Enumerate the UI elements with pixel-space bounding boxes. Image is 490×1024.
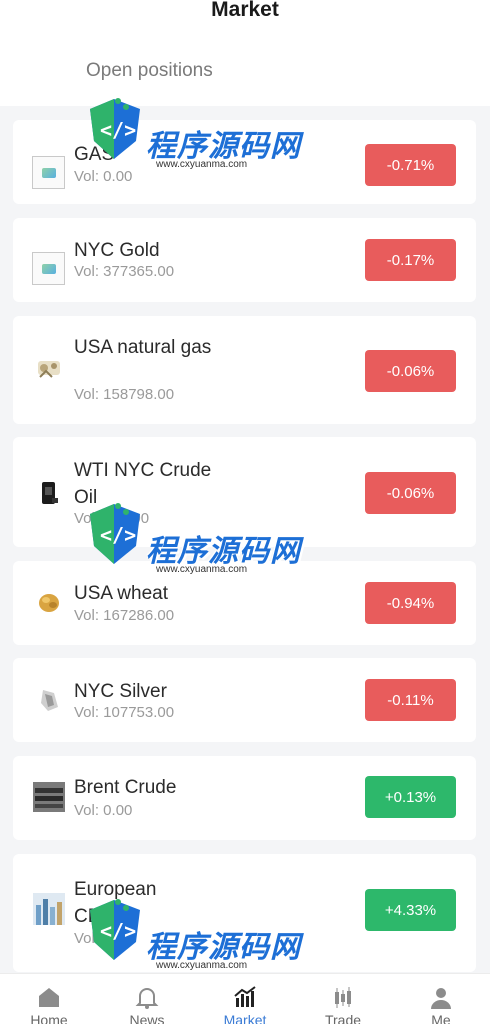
broken-image-icon <box>32 252 65 285</box>
market-row-usa-wheat[interactable]: USA wheat Vol: 167286.00 -0.94% <box>13 561 476 645</box>
change-badge[interactable]: +0.13% <box>365 776 456 818</box>
nav-label: Me <box>431 1012 451 1024</box>
nav-home[interactable]: Home <box>0 974 98 1024</box>
change-badge[interactable]: -0.11% <box>365 679 456 721</box>
broken-image-icon <box>32 156 65 189</box>
market-row-nyc-gold[interactable]: NYC Gold Vol: 377365.00 -0.17% <box>13 218 476 302</box>
silver-icon <box>32 683 65 716</box>
nav-market[interactable]: Market <box>196 974 294 1024</box>
page-title: Market <box>211 0 279 21</box>
instrument-volume: Vol: 167286.00 <box>74 607 175 624</box>
nav-label: Market <box>223 1012 267 1024</box>
nav-me[interactable]: Me <box>392 974 490 1024</box>
gas-icon <box>32 351 65 384</box>
oil-icon <box>32 476 65 509</box>
nav-label: Trade <box>324 1012 362 1024</box>
pipe-icon <box>32 780 65 813</box>
instrument-name: European CE <box>74 879 157 927</box>
app: Market Open positions GAS Vol: 0.00 -0.7… <box>0 0 490 1024</box>
instrument-volume: Vol: 246.00 <box>74 510 150 527</box>
wheat-icon <box>32 585 65 618</box>
nav-label: News <box>129 1012 165 1024</box>
instrument-volume: Vol: 158798.00 <box>74 386 175 403</box>
instrument-name: Brent Crude <box>74 777 177 798</box>
bell-icon <box>135 988 159 1009</box>
market-row-brent-crude[interactable]: Brent Crude Vol: 0.00 +0.13% <box>13 756 476 840</box>
market-row-wti-crude-oil[interactable]: WTI NYC Crude Oil Vol: 246.00 -0.06% <box>13 437 476 547</box>
candlestick-icon <box>335 987 351 1008</box>
instrument-volume: Vol <box>74 930 95 947</box>
bottom-nav: Home News Market Trade Me <box>0 973 490 1024</box>
instrument-volume: Vol: 0.00 <box>74 168 133 185</box>
market-row-nyc-silver[interactable]: NYC Silver Vol: 107753.00 -0.11% <box>13 658 476 742</box>
instrument-name: GAS <box>74 144 115 165</box>
nav-news[interactable]: News <box>98 974 196 1024</box>
tab-open-positions[interactable]: Open positions <box>86 60 213 82</box>
instrument-volume: Vol: 377365.00 <box>74 263 175 280</box>
change-badge[interactable]: -0.71% <box>365 144 456 186</box>
change-badge[interactable]: +4.33% <box>365 889 456 931</box>
change-badge[interactable]: -0.06% <box>365 472 456 514</box>
instrument-name: NYC Gold <box>74 240 160 261</box>
change-badge[interactable]: -0.06% <box>365 350 456 392</box>
instrument-name: NYC Silver <box>74 681 167 702</box>
market-row-european[interactable]: European CE Vol +4.33% <box>13 854 476 972</box>
nav-label: Home <box>30 1012 68 1024</box>
nav-trade[interactable]: Trade <box>294 974 392 1024</box>
home-icon <box>39 988 59 1007</box>
user-icon <box>431 988 451 1009</box>
instrument-name: USA wheat <box>74 583 168 604</box>
change-badge[interactable]: -0.17% <box>365 239 456 281</box>
top-bar: Market Open positions <box>0 0 490 106</box>
instrument-name: USA natural gas <box>74 337 212 358</box>
instrument-name: WTI NYC Crude Oil <box>74 460 212 508</box>
chart-icon <box>234 986 256 1007</box>
change-badge[interactable]: -0.94% <box>365 582 456 624</box>
instrument-volume: Vol: 107753.00 <box>74 704 175 721</box>
instrument-volume: Vol: 0.00 <box>74 802 133 819</box>
city-icon <box>32 892 65 925</box>
market-row-usa-natural-gas[interactable]: USA natural gas Vol: 158798.00 -0.06% <box>13 316 476 424</box>
market-row-gas[interactable]: GAS Vol: 0.00 -0.71% <box>13 120 476 204</box>
